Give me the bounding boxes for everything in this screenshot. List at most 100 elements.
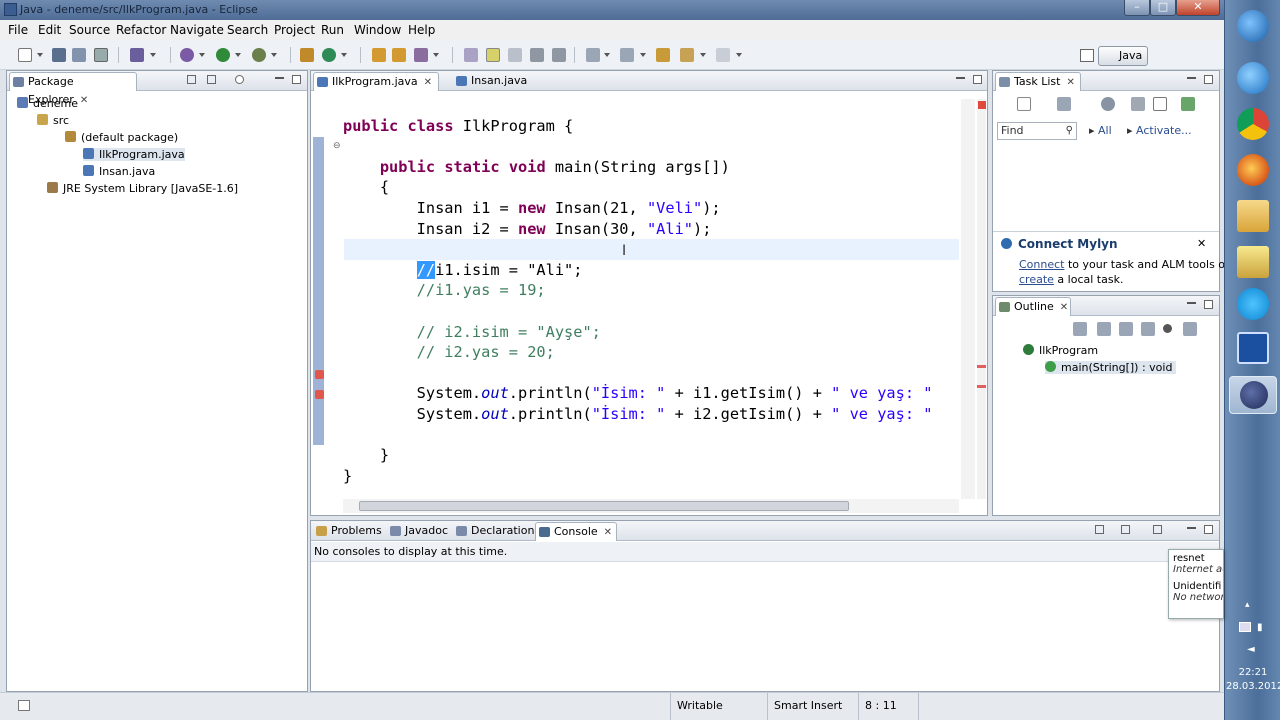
activate-link[interactable]: ▸ Activate... xyxy=(1127,124,1192,137)
collapse-all-icon[interactable] xyxy=(187,75,196,84)
next-annotation-icon[interactable] xyxy=(586,48,600,62)
print-icon[interactable] xyxy=(94,48,108,62)
start-button-icon[interactable] xyxy=(1237,10,1269,42)
minimize-view-icon[interactable] xyxy=(1187,77,1196,81)
tab-console[interactable]: Console ✕ xyxy=(535,522,617,541)
build-icon[interactable] xyxy=(130,48,144,62)
chrome-icon[interactable] xyxy=(1237,108,1269,140)
open-console-icon[interactable] xyxy=(1153,525,1162,534)
external-tools-icon[interactable] xyxy=(252,48,266,62)
java-perspective-button[interactable]: Java xyxy=(1098,46,1148,66)
maximize-view-icon[interactable] xyxy=(1204,75,1213,84)
new-java-project-icon[interactable] xyxy=(300,48,314,62)
connect-link[interactable]: Connect xyxy=(1019,258,1064,271)
close-tab-icon[interactable]: ✕ xyxy=(80,95,88,106)
open-task-icon[interactable] xyxy=(392,48,406,62)
close-tab-icon[interactable]: ✕ xyxy=(604,527,612,538)
hide-fields-icon[interactable] xyxy=(1097,322,1111,336)
close-tab-icon[interactable]: ✕ xyxy=(424,77,432,88)
hide-static-icon[interactable] xyxy=(1119,322,1133,336)
menu-search[interactable]: Search xyxy=(227,23,268,37)
explorer-folder-icon[interactable] xyxy=(1237,200,1269,232)
editor-vscrollbar[interactable] xyxy=(961,99,975,499)
new-task-icon[interactable] xyxy=(1017,97,1031,111)
maximize-view-icon[interactable] xyxy=(292,75,301,84)
minimize-view-icon[interactable] xyxy=(275,77,284,81)
all-link[interactable]: ▸ All xyxy=(1089,124,1112,137)
close-tab-icon[interactable]: ✕ xyxy=(1060,302,1068,313)
minimize-editor-icon[interactable] xyxy=(956,77,965,81)
create-link[interactable]: create xyxy=(1019,273,1054,286)
toggle-mark-occurrences-icon[interactable] xyxy=(464,48,478,62)
link-editor-icon[interactable] xyxy=(207,75,216,84)
toggle-block-icon[interactable] xyxy=(508,48,522,62)
link-editor-icon[interactable] xyxy=(1183,322,1197,336)
back-icon[interactable] xyxy=(680,48,694,62)
fold-toggle-icon[interactable]: ⊖ xyxy=(333,141,341,151)
outline-item-class[interactable]: IlkProgram xyxy=(1023,344,1098,357)
save-all-icon[interactable] xyxy=(72,48,86,62)
tray-icon[interactable] xyxy=(1239,622,1251,632)
new-dropdown-icon[interactable] xyxy=(37,53,43,57)
run-dropdown-icon[interactable] xyxy=(235,53,241,57)
focus-icon[interactable] xyxy=(1181,97,1195,111)
menu-file[interactable]: File xyxy=(8,23,28,37)
minimize-view-icon[interactable] xyxy=(1187,527,1196,531)
maximize-view-icon[interactable] xyxy=(1204,525,1213,534)
tab-package-explorer[interactable]: Package Explorer ✕ xyxy=(9,72,137,106)
last-edit-location-icon[interactable] xyxy=(656,48,670,62)
sort-icon[interactable] xyxy=(1073,322,1087,336)
show-whitespace-icon[interactable] xyxy=(530,48,544,62)
eclipse-taskbar-button[interactable] xyxy=(1229,376,1277,414)
next-annotation-dropdown-icon[interactable] xyxy=(604,53,610,57)
close-window-button[interactable]: ✕ xyxy=(1176,0,1220,16)
fast-view-icon[interactable] xyxy=(18,700,30,711)
forward-dropdown-icon[interactable] xyxy=(736,53,742,57)
tree-item-ilkprogram[interactable]: IlkProgram.java xyxy=(83,148,185,161)
pin-console-icon[interactable] xyxy=(1121,525,1130,534)
collapse-all-icon[interactable] xyxy=(1153,97,1167,111)
build-dropdown-icon[interactable] xyxy=(150,53,156,57)
prev-annotation-dropdown-icon[interactable] xyxy=(640,53,646,57)
remote-desktop-icon[interactable] xyxy=(1237,332,1269,364)
maximize-button[interactable]: □ xyxy=(1150,0,1176,16)
display-console-icon[interactable] xyxy=(1095,525,1104,534)
task-find-input[interactable]: Find ⚲ xyxy=(997,122,1077,140)
forward-icon[interactable] xyxy=(716,48,730,62)
close-mylyn-icon[interactable]: ✕ xyxy=(1197,237,1206,250)
save-icon[interactable] xyxy=(52,48,66,62)
tab-javadoc[interactable]: Javadoc xyxy=(387,522,451,541)
external-tools-dropdown-icon[interactable] xyxy=(271,53,277,57)
error-overview-mark[interactable] xyxy=(977,365,986,368)
skype-icon[interactable] xyxy=(1237,288,1269,320)
menu-refactor[interactable]: Refactor xyxy=(116,23,166,37)
outline-item-main[interactable]: main(String[]) : void xyxy=(1045,361,1177,374)
categorize-icon[interactable] xyxy=(1057,97,1071,111)
tab-insan-java[interactable]: Insan.java xyxy=(453,72,543,91)
close-tab-icon[interactable]: ✕ xyxy=(1066,77,1074,88)
hide-nonpublic-icon[interactable] xyxy=(1141,322,1155,336)
tree-item-insan[interactable]: Insan.java xyxy=(83,165,155,178)
taskbar-clock[interactable]: 22:21 28.03.2012 xyxy=(1226,666,1280,694)
tree-item-default-package[interactable]: (default package) xyxy=(65,131,178,144)
internet-explorer-icon[interactable] xyxy=(1237,62,1269,94)
run-icon[interactable] xyxy=(216,48,230,62)
tree-item-src[interactable]: src xyxy=(37,114,69,127)
menu-source[interactable]: Source xyxy=(69,23,110,37)
back-dropdown-icon[interactable] xyxy=(700,53,706,57)
show-hidden-icons-icon[interactable]: ▴ xyxy=(1245,600,1250,610)
tab-declaration[interactable]: Declaration xyxy=(453,522,534,541)
search-dropdown-icon[interactable] xyxy=(433,53,439,57)
error-marker-icon[interactable] xyxy=(315,370,324,379)
open-type-icon[interactable] xyxy=(372,48,386,62)
menu-navigate[interactable]: Navigate xyxy=(170,23,224,37)
volume-icon[interactable]: ◄ xyxy=(1247,644,1255,655)
new-class-icon[interactable] xyxy=(322,48,336,62)
error-overview-mark[interactable] xyxy=(977,385,986,388)
search-icon[interactable] xyxy=(414,48,428,62)
error-overview-icon[interactable] xyxy=(978,101,986,109)
error-marker-icon[interactable] xyxy=(315,390,324,399)
open-perspective-icon[interactable] xyxy=(1080,49,1094,62)
tab-problems[interactable]: Problems xyxy=(313,522,383,541)
sticky-notes-icon[interactable] xyxy=(1237,246,1269,278)
